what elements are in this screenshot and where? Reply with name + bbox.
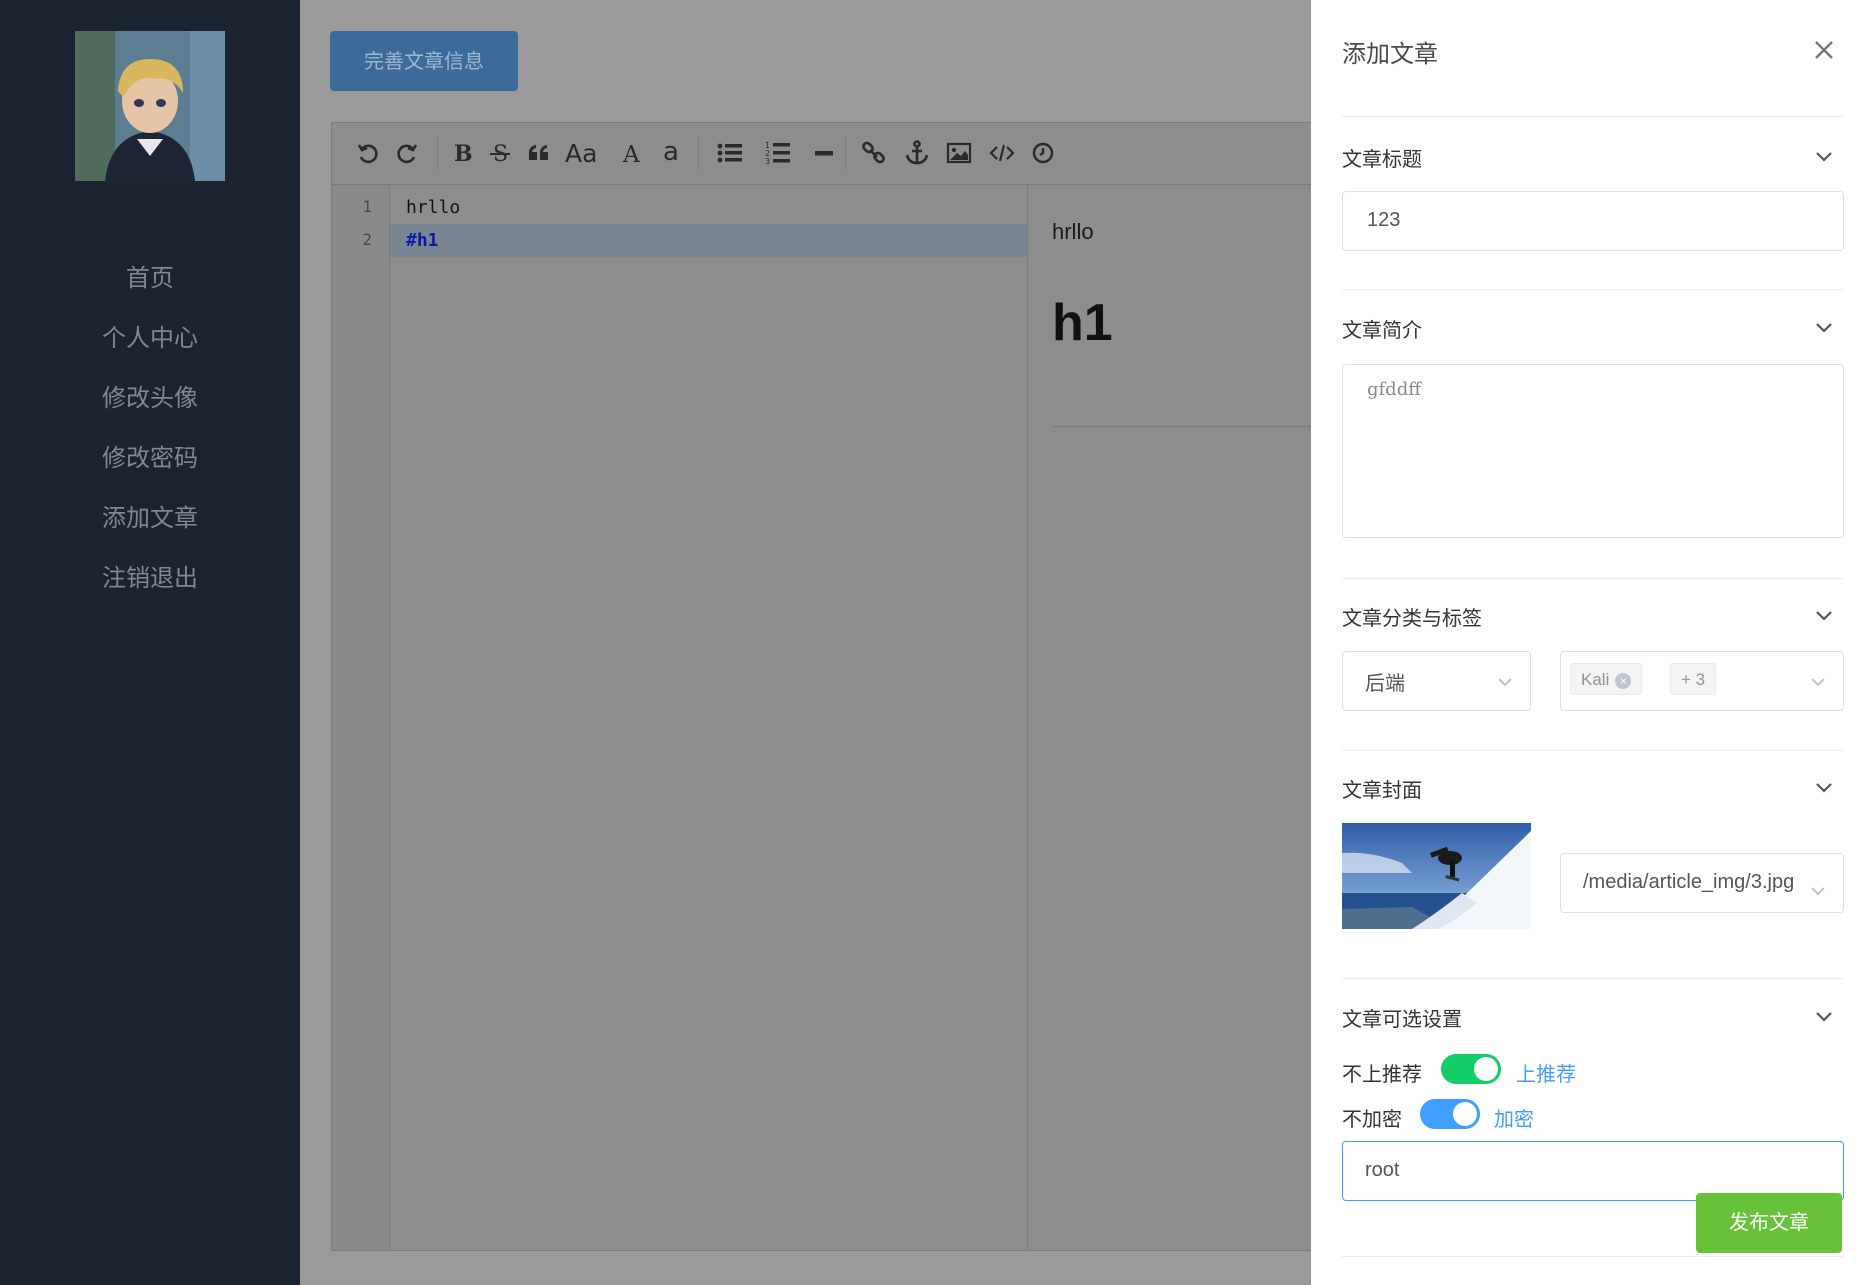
ordered-list-icon[interactable]: 123 [760,135,796,171]
heading-icon[interactable]: Aa [562,135,606,171]
code-line[interactable]: hrllo [390,191,1027,224]
sidebar-item-home[interactable]: 首页 [0,248,300,308]
code-area[interactable]: hrllo #h1 [390,185,1028,1250]
encrypt-off-label: 不加密 [1342,1109,1402,1131]
unordered-list-icon[interactable] [712,135,748,171]
publish-button[interactable]: 发布文章 [1696,1193,1842,1253]
section-title-summary: 文章简介 [1342,320,1422,342]
redo-icon[interactable] [389,135,425,171]
sidebar-nav: 首页 个人中心 修改头像 修改密码 添加文章 注销退出 [0,248,300,608]
chevron-down-icon[interactable] [1813,320,1835,334]
svg-text:Aa: Aa [565,139,597,167]
article-summary-value: gfddff [1367,379,1422,400]
sidebar: 首页 个人中心 修改头像 修改密码 添加文章 注销退出 [0,0,300,1285]
sidebar-item-logout[interactable]: 注销退出 [0,548,300,608]
divider [1342,750,1844,751]
horizontal-rule-icon[interactable] [806,135,842,171]
password-input[interactable]: root [1342,1141,1844,1201]
drawer-title: 添加文章 [1342,41,1438,68]
clock-icon[interactable] [1025,135,1061,171]
code-icon[interactable] [984,135,1020,171]
encrypt-on-label: 加密 [1494,1109,1534,1131]
cover-path-value: /media/article_img/3.jpg [1583,871,1795,893]
anchor-icon[interactable] [899,135,935,171]
markdown-editor: B S Aa A a 123 1 2 hrllo #h1 hrllo h1 [331,122,1433,1251]
preview-heading: h1 [1052,294,1113,352]
divider [1342,578,1844,579]
complete-info-button[interactable]: 完善文章信息 [330,31,518,91]
section-title-options: 文章可选设置 [1342,1009,1462,1031]
chevron-down-icon [1497,670,1513,687]
divider [1342,116,1844,117]
preview-paragraph: hrllo [1052,219,1094,244]
tag-chip-label: Kali [1581,670,1610,689]
link-icon[interactable] [856,135,892,171]
cover-path-select[interactable]: /media/article_img/3.jpg [1560,853,1844,913]
password-value: root [1365,1159,1400,1181]
sidebar-item-change-avatar[interactable]: 修改头像 [0,368,300,428]
tags-select[interactable]: Kali × + 3 [1560,651,1844,711]
svg-text:3: 3 [765,157,770,166]
recommend-toggle[interactable] [1441,1054,1501,1084]
line-number: 2 [362,230,372,249]
divider [1342,1256,1844,1257]
toggle-knob [1453,1102,1477,1126]
close-icon[interactable] [1808,34,1840,66]
chevron-down-icon [1810,879,1826,896]
cover-image-preview [1342,823,1531,929]
category-select[interactable]: 后端 [1342,651,1531,711]
recommend-off-label: 不上推荐 [1342,1064,1422,1086]
category-value: 后端 [1365,673,1405,695]
svg-text:B: B [454,141,473,165]
undo-icon[interactable] [350,135,386,171]
toggle-knob [1474,1057,1498,1081]
article-summary-textarea[interactable]: gfddff [1342,364,1844,538]
sidebar-item-change-password[interactable]: 修改密码 [0,428,300,488]
chevron-down-icon[interactable] [1813,608,1835,622]
lowercase-icon[interactable]: a [653,135,689,171]
chevron-down-icon[interactable] [1813,149,1835,163]
article-title-input[interactable]: 123 [1342,191,1844,251]
svg-text:a: a [663,139,679,167]
strikethrough-icon[interactable]: S [482,135,518,171]
sidebar-item-add-article[interactable]: 添加文章 [0,488,300,548]
tag-chip: Kali × [1570,663,1643,695]
divider [1342,289,1844,290]
line-number: 1 [362,197,372,216]
divider [1342,978,1844,979]
sidebar-item-profile[interactable]: 个人中心 [0,308,300,368]
section-title-category-tags: 文章分类与标签 [1342,608,1482,630]
line-number-gutter: 1 2 [332,185,390,1250]
editor-toolbar: B S Aa A a 123 [332,123,1432,185]
encrypt-toggle[interactable] [1420,1099,1480,1129]
chevron-down-icon[interactable] [1813,1009,1835,1023]
section-title-article-title: 文章标题 [1342,149,1422,171]
tag-more-chip: + 3 [1670,663,1717,695]
article-title-value: 123 [1367,209,1401,231]
svg-text:A: A [622,142,640,165]
chevron-down-icon[interactable] [1813,780,1835,794]
section-title-cover: 文章封面 [1342,780,1422,802]
avatar [75,31,225,181]
image-icon[interactable] [941,135,977,171]
bold-icon[interactable]: B [444,135,480,171]
code-line-active[interactable]: #h1 [390,224,1027,257]
chevron-down-icon [1810,670,1826,687]
quote-icon[interactable] [521,135,557,171]
tag-remove-icon[interactable]: × [1615,672,1632,689]
recommend-on-label: 上推荐 [1516,1064,1576,1086]
add-article-drawer: 添加文章 文章标题 123 文章简介 gfddff 文章分类与标签 后端 Kal… [1311,0,1874,1285]
uppercase-icon[interactable]: A [614,135,650,171]
